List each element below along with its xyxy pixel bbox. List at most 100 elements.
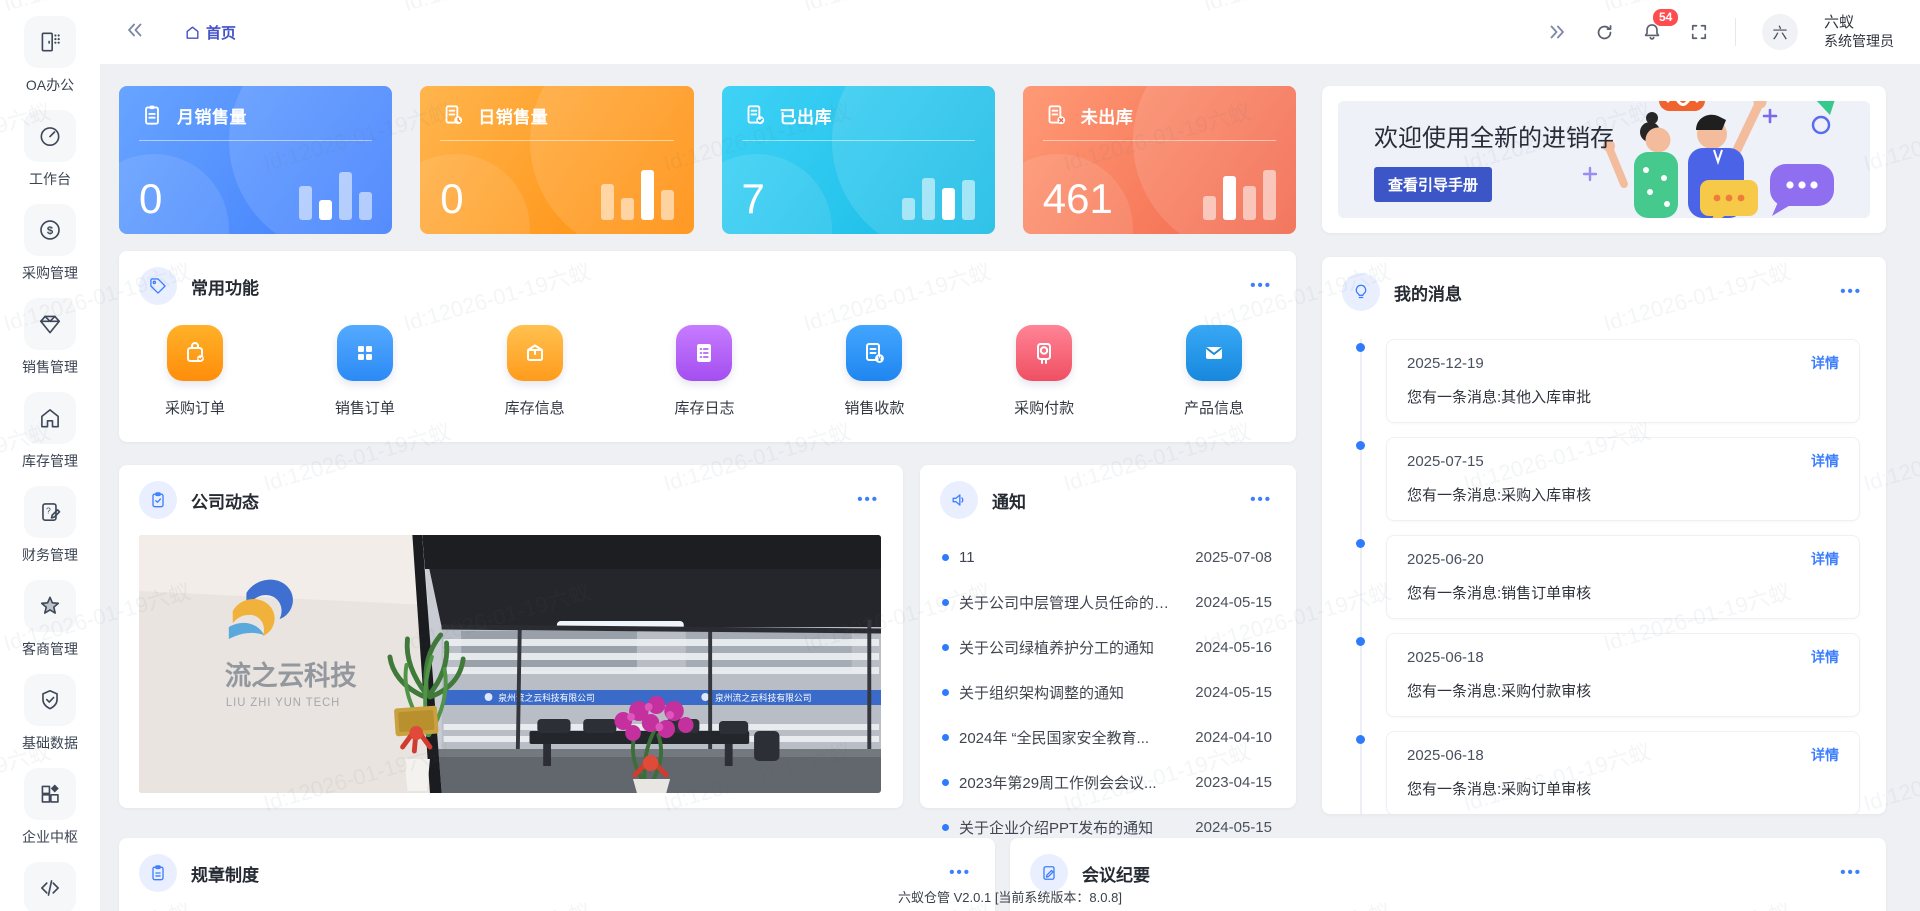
sidebar-item-basedata[interactable]: 基础数据 xyxy=(22,674,78,753)
breadcrumb-label: 首页 xyxy=(206,22,236,43)
stat-title: 未出库 xyxy=(1081,103,1134,128)
quick-item-purchase-order[interactable]: 采购订单 xyxy=(165,325,225,418)
right-column: 欢迎使用全新的进销存 查看引导手册 xyxy=(1322,86,1886,814)
detail-link[interactable]: 详情 xyxy=(1811,451,1839,471)
window-grid-icon xyxy=(337,325,393,381)
grid-icon xyxy=(24,768,76,820)
avatar[interactable]: 六 xyxy=(1762,14,1798,50)
refresh-icon[interactable] xyxy=(1594,22,1615,43)
notice-text: 关于公司中层管理人员任命的通知 xyxy=(959,592,1183,613)
more-menu[interactable]: ••• xyxy=(857,495,879,505)
sidebar-item-label: 库存管理 xyxy=(22,451,78,471)
breadcrumb-tab-home[interactable]: 首页 xyxy=(184,22,236,43)
notice-card: 通知 ••• 112025-07-08 关于公司中层管理人员任命的通知2024-… xyxy=(920,465,1296,808)
company-news-card: 公司动态 ••• xyxy=(119,465,903,808)
bell-icon[interactable]: 54 xyxy=(1641,21,1663,43)
topbar-actions: 54 六 六蚁 系统管理员 xyxy=(1546,13,1920,51)
user-menu[interactable]: 六蚁 系统管理员 xyxy=(1824,13,1894,51)
sidebar-item-oa[interactable]: OA办公 xyxy=(24,16,76,95)
notice-row[interactable]: 关于公司中层管理人员任命的通知2024-05-15 xyxy=(942,580,1272,625)
notice-date: 2023-04-15 xyxy=(1195,774,1272,791)
divider xyxy=(1735,18,1736,46)
clipboard-icon xyxy=(139,102,165,128)
bullet-dot xyxy=(942,599,949,606)
speaker-icon xyxy=(940,481,978,519)
stat-card-unshipped: 未出库 461 xyxy=(1023,86,1296,234)
stats-row: 月销售量 0 日销售量 xyxy=(119,86,1296,234)
sidebar-item-label: 基础数据 xyxy=(22,733,78,753)
more-menu[interactable]: ••• xyxy=(1840,868,1862,878)
detail-link[interactable]: 详情 xyxy=(1811,353,1839,373)
message-text: 您有一条消息:其他入库审批 xyxy=(1407,386,1839,407)
fullscreen-icon[interactable] xyxy=(1689,22,1709,42)
more-menu[interactable]: ••• xyxy=(1250,495,1272,505)
sidebar-item-workbench[interactable]: 工作台 xyxy=(24,110,76,189)
notice-row[interactable]: 2024年 “全民国家安全教育...2024-04-10 xyxy=(942,715,1272,760)
message-item: 2025-06-18详情 您有一条消息:采购付款审核 xyxy=(1386,633,1860,717)
sidebar-item-finance[interactable]: ? 财务管理 xyxy=(22,486,78,565)
more-menu[interactable]: ••• xyxy=(949,868,971,878)
collapse-right-icon[interactable] xyxy=(1546,21,1568,43)
more-menu[interactable]: ••• xyxy=(1840,287,1862,297)
svg-text:¥: ¥ xyxy=(878,356,882,363)
notice-list: 112025-07-08 关于公司中层管理人员任命的通知2024-05-15 关… xyxy=(920,533,1296,850)
door-icon xyxy=(24,16,76,68)
app: OA办公 工作台 $ 采购管理 销售管理 库存管理 ? 财务管理 xyxy=(0,0,1920,911)
svg-text:$: $ xyxy=(47,225,54,237)
message-date: 2025-06-20 xyxy=(1407,551,1484,568)
topbar: 首页 54 六 六蚁 系统管理员 xyxy=(100,0,1920,64)
stat-card-daily-sales: 日销售量 0 xyxy=(420,86,693,234)
quick-item-product-info[interactable]: 产品信息 xyxy=(1184,325,1244,418)
sidebar-item-partners[interactable]: 客商管理 xyxy=(22,580,78,659)
collapse-left-icon[interactable] xyxy=(124,19,146,46)
sidebar-item-inventory[interactable]: 库存管理 xyxy=(22,392,78,471)
quick-item-purchase-payment[interactable]: 采购付款 xyxy=(1014,325,1074,418)
detail-link[interactable]: 详情 xyxy=(1811,647,1839,667)
sidebar-item-sales[interactable]: 销售管理 xyxy=(22,298,78,377)
more-menu[interactable]: ••• xyxy=(1250,281,1272,291)
message-date: 2025-06-18 xyxy=(1407,747,1484,764)
quick-item-sales-receipt[interactable]: ¥ 销售收款 xyxy=(844,325,904,418)
sidebar-item-label: 财务管理 xyxy=(22,545,78,565)
notice-row[interactable]: 关于公司绿植养护分工的通知2024-05-16 xyxy=(942,625,1272,670)
box-icon xyxy=(507,325,563,381)
quick-item-label: 采购订单 xyxy=(165,397,225,418)
detail-link[interactable]: 详情 xyxy=(1811,549,1839,569)
left-column: 月销售量 0 日销售量 xyxy=(119,86,1296,814)
mini-bar-chart xyxy=(1203,170,1276,220)
section-title: 会议纪要 xyxy=(1082,861,1150,886)
sidebar-item-label: 工作台 xyxy=(29,169,71,189)
banner-title: 欢迎使用全新的进销存 xyxy=(1374,118,1614,153)
doc-coin-icon: ¥ xyxy=(846,325,902,381)
detail-link[interactable]: 详情 xyxy=(1811,745,1839,765)
shield-check-icon xyxy=(24,674,76,726)
dashboard-icon xyxy=(24,110,76,162)
quick-item-sales-order[interactable]: 销售订单 xyxy=(335,325,395,418)
sidebar-item-purchase[interactable]: $ 采购管理 xyxy=(22,204,78,283)
notice-row[interactable]: 关于组织架构调整的通知2024-05-15 xyxy=(942,670,1272,715)
notice-date: 2024-04-10 xyxy=(1195,729,1272,746)
guide-button[interactable]: 查看引导手册 xyxy=(1374,167,1492,202)
quick-item-stock-log[interactable]: 库存日志 xyxy=(674,325,734,418)
clipboard-check-icon xyxy=(139,481,177,519)
quick-item-stock-info[interactable]: 库存信息 xyxy=(505,325,565,418)
medal-icon xyxy=(1016,325,1072,381)
notice-row[interactable]: 2023年第29周工作例会会议... 2023-04-15 xyxy=(942,760,1272,805)
tag-icon xyxy=(139,267,177,305)
section-title: 常用功能 xyxy=(191,274,259,299)
notification-badge: 54 xyxy=(1653,9,1678,26)
sidebar-item-hub[interactable]: 企业中枢 xyxy=(22,768,78,847)
lightbulb-icon xyxy=(1342,273,1380,311)
quick-item-label: 销售订单 xyxy=(335,397,395,418)
svg-text:?: ? xyxy=(46,506,51,516)
notice-row[interactable]: 112025-07-08 xyxy=(942,535,1272,580)
message-item: 2025-12-19详情 您有一条消息:其他入库审批 xyxy=(1386,339,1860,423)
section-title: 公司动态 xyxy=(191,488,259,513)
stat-title: 已出库 xyxy=(780,103,833,128)
sidebar-item-label: 企业中枢 xyxy=(22,827,78,847)
suitcase-icon xyxy=(167,325,223,381)
notice-text: 2023年第29周工作例会会议... xyxy=(959,772,1183,793)
message-item: 2025-06-18详情 您有一条消息:采购订单审核 xyxy=(1386,731,1860,814)
quick-item-label: 采购付款 xyxy=(1014,397,1074,418)
sidebar-item-dev[interactable] xyxy=(24,862,76,911)
